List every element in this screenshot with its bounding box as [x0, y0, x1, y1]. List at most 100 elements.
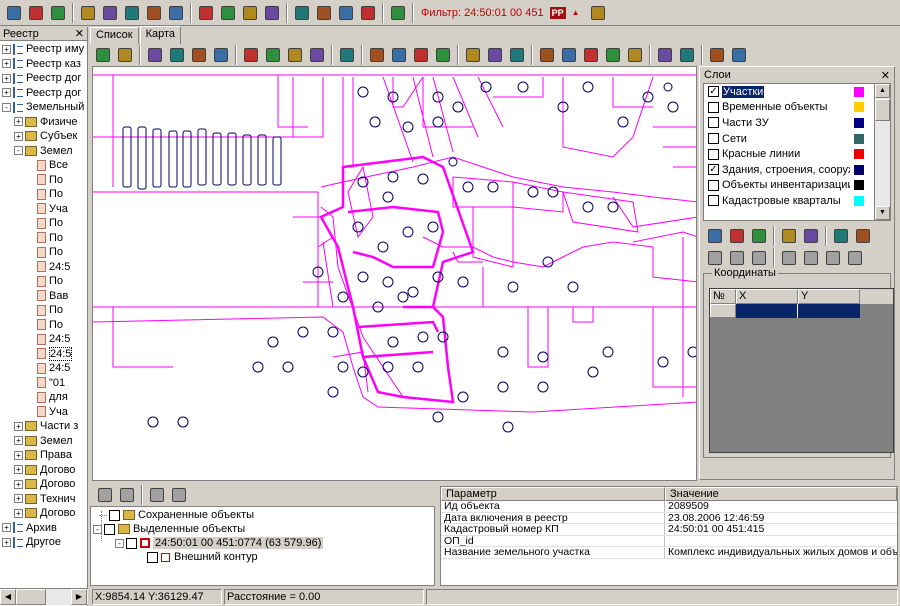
- remove-layer-button[interactable]: [388, 45, 409, 66]
- tree-item[interactable]: - Земельный: [0, 100, 87, 115]
- tab-list[interactable]: Список: [90, 27, 139, 44]
- property-row[interactable]: Название земельного участка Комплекс инди…: [441, 547, 897, 559]
- add-vertex-button[interactable]: [704, 248, 725, 269]
- tree-item[interactable]: 24:5: [0, 332, 87, 347]
- coord-cell-y[interactable]: [798, 304, 860, 318]
- word-template-button[interactable]: [335, 2, 356, 23]
- pencil-button[interactable]: [146, 485, 167, 506]
- book-button[interactable]: [654, 45, 675, 66]
- table-button[interactable]: [484, 45, 505, 66]
- expand-icon[interactable]: +: [2, 59, 11, 69]
- layer-checkbox[interactable]: [708, 179, 719, 191]
- tree-item[interactable]: По: [0, 231, 87, 246]
- edit-vertex-button[interactable]: [726, 248, 747, 269]
- property-row[interactable]: Кадастровый номер КП 24:50:01 00 451:415: [441, 524, 897, 536]
- contour-node[interactable]: Внешний контур: [147, 550, 258, 565]
- expand-icon[interactable]: +: [2, 88, 11, 98]
- layer-checkbox[interactable]: [708, 195, 719, 207]
- map-canvas[interactable]: [92, 66, 697, 481]
- expand-icon[interactable]: +: [14, 131, 23, 141]
- tree-item[interactable]: 24:5: [0, 361, 87, 376]
- coord-row-header[interactable]: [710, 304, 736, 318]
- expand-icon[interactable]: +: [14, 436, 23, 446]
- tree-item[interactable]: По: [0, 173, 87, 188]
- layer-checkbox[interactable]: [708, 148, 719, 160]
- new-file-button[interactable]: [3, 2, 24, 23]
- pan-hand-button[interactable]: [210, 45, 231, 66]
- add-layer-button[interactable]: [366, 45, 387, 66]
- layers-color-button[interactable]: [284, 45, 305, 66]
- tree-item[interactable]: - Земел: [0, 144, 87, 159]
- tree-item[interactable]: По: [0, 318, 87, 333]
- expand-icon[interactable]: +: [2, 44, 11, 54]
- comment-button[interactable]: [728, 45, 749, 66]
- stack-color-button[interactable]: [602, 45, 623, 66]
- tree-item[interactable]: + Догово: [0, 477, 87, 492]
- layer-item[interactable]: ✓ Участки: [704, 84, 890, 100]
- move-object-button[interactable]: [800, 226, 821, 247]
- zoom-in-button[interactable]: [166, 45, 187, 66]
- tree-item[interactable]: "01: [0, 376, 87, 391]
- book-button[interactable]: [25, 2, 46, 23]
- collapse-icon[interactable]: -: [2, 102, 11, 112]
- down-arrow-button[interactable]: [410, 45, 431, 66]
- cancel-button[interactable]: [168, 485, 189, 506]
- tree-item[interactable]: + Субъек: [0, 129, 87, 144]
- tree-item[interactable]: + Другое: [0, 535, 87, 550]
- delete-vertex-button[interactable]: [748, 248, 769, 269]
- tree-item[interactable]: для: [0, 390, 87, 405]
- expand-icon[interactable]: +: [14, 465, 23, 475]
- save-button[interactable]: [99, 2, 120, 23]
- layer-item[interactable]: Красные линии: [704, 146, 890, 162]
- saved-objects-node[interactable]: Сохраненные объекты: [99, 508, 254, 523]
- expand-icon[interactable]: +: [2, 73, 11, 83]
- measure-button[interactable]: [506, 45, 527, 66]
- tree-item[interactable]: 24:5: [0, 346, 87, 362]
- scroll-thumb[interactable]: [875, 99, 890, 121]
- expand-icon[interactable]: +: [14, 494, 23, 504]
- star-button[interactable]: [624, 45, 645, 66]
- word-button[interactable]: [536, 45, 557, 66]
- stack-button[interactable]: [580, 45, 601, 66]
- pp-button[interactable]: PP: [549, 6, 566, 19]
- pointer-button[interactable]: [144, 45, 165, 66]
- edit-object-button[interactable]: [94, 485, 115, 506]
- layer-item[interactable]: Сети: [704, 131, 890, 147]
- tree-item[interactable]: По: [0, 303, 87, 318]
- document-button[interactable]: [676, 45, 697, 66]
- expand-icon[interactable]: +: [2, 523, 11, 533]
- property-row[interactable]: ОП_id: [441, 535, 897, 547]
- coordinates-table[interactable]: № X Y: [709, 288, 894, 453]
- object-node[interactable]: - 24:50:01 00 451:0774 (63 579.96): [115, 536, 324, 551]
- object-checkbox[interactable]: [126, 537, 137, 549]
- search-button[interactable]: [261, 2, 282, 23]
- copy-vertex-button[interactable]: [778, 248, 799, 269]
- expand-icon[interactable]: +: [14, 479, 23, 489]
- collapse-icon[interactable]: -: [14, 146, 23, 156]
- update-button[interactable]: [195, 2, 216, 23]
- tab-map[interactable]: Карта: [139, 26, 182, 44]
- add-object-button[interactable]: [704, 226, 725, 247]
- layers-button[interactable]: [240, 45, 261, 66]
- tree-item[interactable]: По: [0, 216, 87, 231]
- document-button[interactable]: [77, 2, 98, 23]
- layers-edit-button[interactable]: [262, 45, 283, 66]
- layer-checkbox[interactable]: ✓: [708, 164, 719, 176]
- layer-list-scrollbar[interactable]: ▲ ▼: [874, 84, 890, 220]
- collapse-icon[interactable]: -: [115, 538, 124, 548]
- layer-item[interactable]: Объекты инвентаризации: [704, 178, 890, 194]
- edit-button[interactable]: [121, 2, 142, 23]
- vertex-button[interactable]: [432, 45, 453, 66]
- layer-checkbox[interactable]: ✓: [708, 86, 719, 98]
- scroll-down-button[interactable]: ▼: [875, 206, 890, 220]
- scroll-up-button[interactable]: ▲: [875, 84, 890, 98]
- export-button[interactable]: [143, 2, 164, 23]
- close-button[interactable]: [116, 485, 137, 506]
- word-button[interactable]: [291, 2, 312, 23]
- tree-item[interactable]: + Догово: [0, 463, 87, 478]
- link-button[interactable]: [217, 2, 238, 23]
- tree-item[interactable]: По: [0, 187, 87, 202]
- expand-icon[interactable]: +: [14, 508, 23, 518]
- tree-item[interactable]: Уча: [0, 202, 87, 217]
- globe-button[interactable]: [706, 45, 727, 66]
